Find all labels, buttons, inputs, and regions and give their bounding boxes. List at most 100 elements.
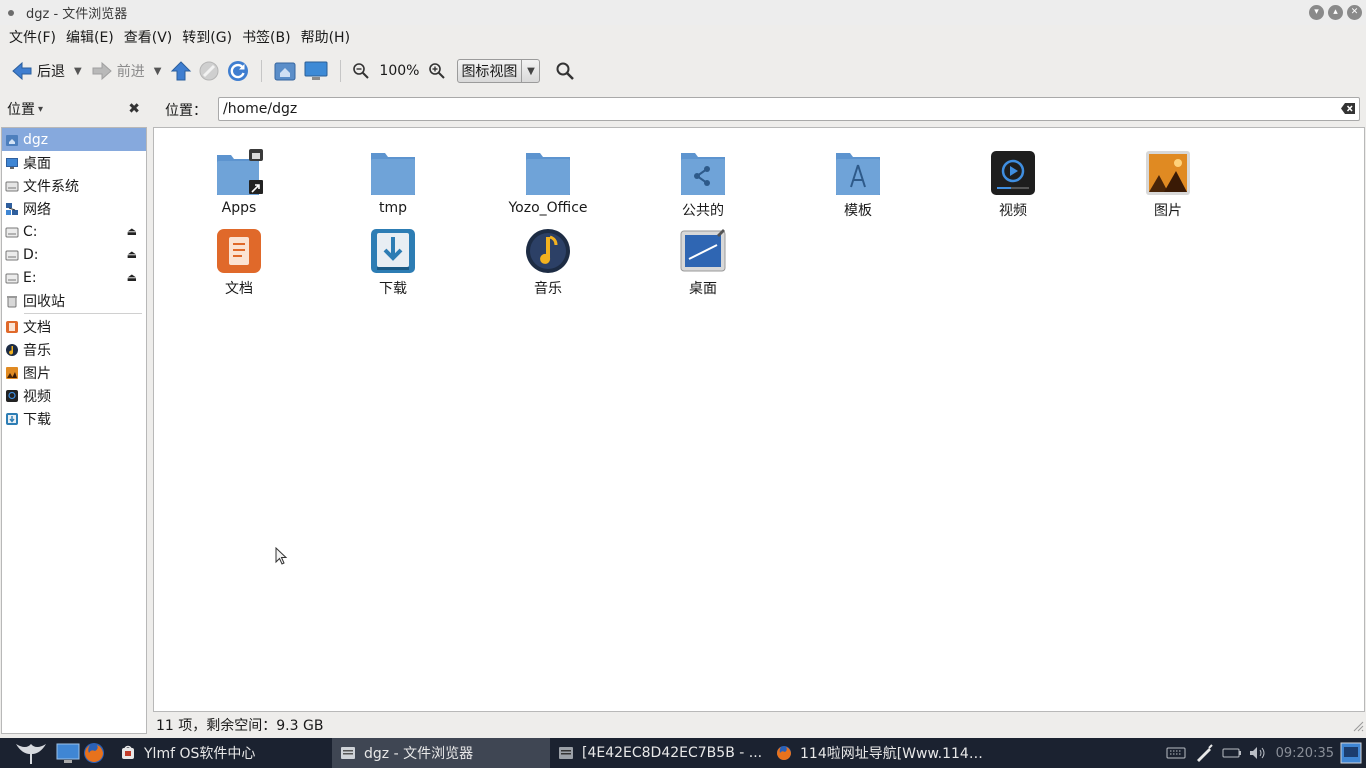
sidebar-mode-label[interactable]: 位置 xyxy=(7,99,35,119)
workspace-switcher-icon[interactable] xyxy=(1340,742,1362,764)
file-item-downloads[interactable]: 下载 xyxy=(338,227,448,298)
file-item-yozo-office[interactable]: Yozo_Office xyxy=(493,149,603,216)
sidebar-item-pictures[interactable]: 图片 xyxy=(2,361,146,384)
file-manager-icon xyxy=(341,747,355,759)
location-input[interactable]: /home/dgz xyxy=(218,97,1360,121)
file-item-pictures[interactable]: 图片 xyxy=(1113,149,1223,220)
computer-icon xyxy=(304,61,328,80)
toolbar-separator xyxy=(340,60,342,82)
title-bar[interactable]: dgz - 文件浏览器 ▾ ▴ ✕ xyxy=(0,0,1366,25)
view-mode-label: 图标视图 xyxy=(461,64,518,80)
file-name: 图片 xyxy=(1154,203,1182,219)
music-icon xyxy=(526,229,570,273)
eject-icon[interactable]: ⏏ xyxy=(127,271,137,284)
sidebar-item-label: E: xyxy=(23,269,37,286)
search-icon xyxy=(556,62,575,80)
mouse-cursor-icon xyxy=(275,547,288,565)
downloads-icon xyxy=(6,412,18,425)
back-button[interactable]: 后退 xyxy=(8,56,68,86)
view-mode-select[interactable]: 图标视图 ▼ xyxy=(457,59,541,83)
sidebar-item-label: 下载 xyxy=(23,411,51,428)
folder-icon xyxy=(526,153,570,195)
task-file-manager-2[interactable]: [4E42EC8D42EC7B5B - ... xyxy=(550,738,768,768)
sidebar-item-network[interactable]: 网络 xyxy=(2,197,146,220)
sidebar-item-drive-c[interactable]: C: ⏏ xyxy=(2,220,146,243)
battery-icon[interactable] xyxy=(1222,746,1242,760)
sidebar-item-music[interactable]: 音乐 xyxy=(2,338,146,361)
location-label: 位置： xyxy=(165,103,207,119)
reload-button[interactable] xyxy=(223,56,253,86)
menu-file[interactable]: 文件(F) xyxy=(4,27,61,47)
close-sidebar-icon[interactable]: ✖ xyxy=(128,101,140,117)
volume-icon[interactable] xyxy=(1248,745,1268,761)
menu-bookmarks[interactable]: 书签(B) xyxy=(237,27,296,47)
file-item-templates[interactable]: 模板 xyxy=(803,149,913,220)
back-history-dropdown[interactable]: ▼ xyxy=(74,66,82,77)
computer-button[interactable] xyxy=(300,56,332,86)
close-icon[interactable]: ✕ xyxy=(1347,5,1362,20)
resize-grip-icon[interactable] xyxy=(1352,720,1364,732)
show-desktop-icon[interactable] xyxy=(56,742,80,764)
filesystem-icon xyxy=(5,181,19,191)
stop-icon xyxy=(199,61,219,81)
file-item-apps[interactable]: Apps xyxy=(184,149,294,216)
home-button[interactable] xyxy=(270,56,300,86)
forward-label: 前进 xyxy=(116,64,145,80)
firefox-launcher-icon[interactable] xyxy=(82,741,106,765)
zoom-out-button[interactable] xyxy=(349,56,373,86)
sidebar-item-trash[interactable]: 回收站 xyxy=(2,289,146,312)
search-button[interactable] xyxy=(552,56,578,86)
file-icon-view[interactable]: Apps tmp Yozo_Office 公共的 模板 视频 图片 文档 下载 … xyxy=(153,127,1365,712)
chevron-down-icon[interactable]: ▾ xyxy=(38,104,43,115)
sidebar-item-drive-d[interactable]: D: ⏏ xyxy=(2,243,146,266)
file-item-tmp[interactable]: tmp xyxy=(338,149,448,216)
eject-icon[interactable]: ⏏ xyxy=(127,248,137,261)
videos-icon xyxy=(6,389,18,402)
reload-icon xyxy=(228,61,249,81)
up-button[interactable] xyxy=(167,56,195,86)
pen-icon[interactable] xyxy=(1194,743,1214,763)
task-firefox[interactable]: 114啦网址导航[Www.114… xyxy=(768,738,986,768)
menu-help[interactable]: 帮助(H) xyxy=(296,27,355,47)
desktop-icon xyxy=(6,157,18,169)
keyboard-icon[interactable] xyxy=(1166,745,1186,761)
file-item-videos[interactable]: 视频 xyxy=(958,149,1068,220)
eject-icon[interactable]: ⏏ xyxy=(127,225,137,238)
maximize-icon[interactable]: ▴ xyxy=(1328,5,1343,20)
sidebar-item-filesystem[interactable]: 文件系统 xyxy=(2,174,146,197)
sidebar-item-label: 网络 xyxy=(23,201,51,218)
desktop-icon xyxy=(680,229,726,272)
menu-view[interactable]: 查看(V) xyxy=(119,27,178,47)
file-item-music[interactable]: 音乐 xyxy=(493,227,603,298)
clear-location-icon[interactable] xyxy=(1340,102,1356,115)
forward-button[interactable]: 前进 xyxy=(88,56,148,86)
sidebar-item-drive-e[interactable]: E: ⏏ xyxy=(2,266,146,289)
sidebar-item-desktop[interactable]: 桌面 xyxy=(2,151,146,174)
start-menu-icon[interactable] xyxy=(14,740,48,766)
file-name: 音乐 xyxy=(534,281,562,297)
sidebar-item-videos[interactable]: 视频 xyxy=(2,384,146,407)
minimize-icon[interactable]: ▾ xyxy=(1309,5,1324,20)
sidebar-item-downloads[interactable]: 下载 xyxy=(2,407,146,430)
task-label: dgz - 文件浏览器 xyxy=(364,746,474,762)
task-file-manager-active[interactable]: dgz - 文件浏览器 xyxy=(332,738,550,768)
task-software-center[interactable]: Ylmf OS软件中心 xyxy=(112,738,332,768)
file-item-desktop[interactable]: 桌面 xyxy=(648,227,758,298)
sidebar-item-documents[interactable]: 文档 xyxy=(2,315,146,338)
videos-icon xyxy=(991,151,1035,195)
window-menu-icon[interactable] xyxy=(8,9,14,16)
forward-history-dropdown[interactable]: ▼ xyxy=(154,66,162,77)
file-item-public[interactable]: 公共的 xyxy=(648,149,758,220)
stop-button[interactable] xyxy=(195,56,223,86)
menu-edit[interactable]: 编辑(E) xyxy=(61,27,119,47)
drive-icon xyxy=(5,273,19,283)
window-title: dgz - 文件浏览器 xyxy=(26,7,128,22)
file-item-documents[interactable]: 文档 xyxy=(184,227,294,298)
clock[interactable]: 09:20:35 xyxy=(1276,746,1334,761)
taskbar: Ylmf OS软件中心 dgz - 文件浏览器 [4E42EC8D42EC7B5… xyxy=(0,738,1366,768)
task-label: [4E42EC8D42EC7B5B - ... xyxy=(582,745,763,761)
menu-go[interactable]: 转到(G) xyxy=(177,27,237,47)
sidebar-item-home[interactable]: dgz xyxy=(2,128,146,151)
sidebar-item-label: dgz xyxy=(23,131,49,148)
zoom-in-button[interactable] xyxy=(425,56,449,86)
